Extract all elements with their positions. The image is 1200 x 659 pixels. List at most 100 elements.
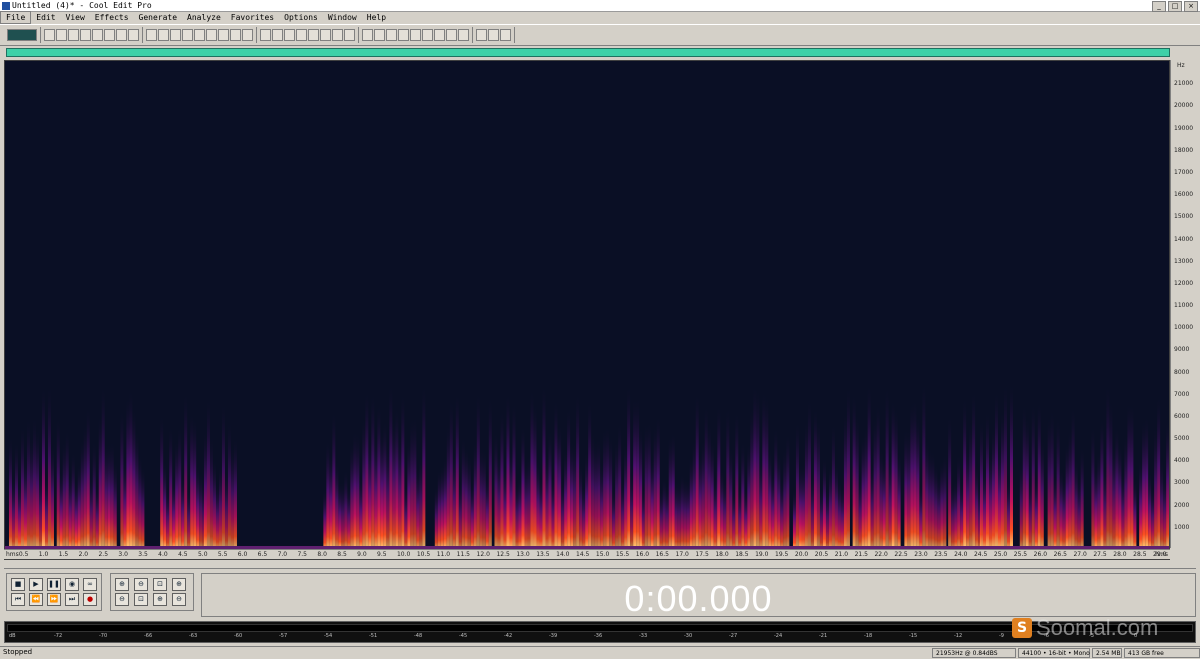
toolbar-edit-icon[interactable] — [194, 29, 205, 41]
toolbar-effects-icon[interactable] — [344, 29, 355, 41]
speech-segment — [1091, 383, 1137, 550]
toolbar-zoom-view-icon[interactable] — [434, 29, 445, 41]
toolbar-view-toggle-icon[interactable] — [7, 29, 37, 41]
toolbar-effects-icon[interactable] — [284, 29, 295, 41]
zoom-in-button[interactable]: ⊕ — [115, 578, 129, 591]
toolbar-file-icon[interactable] — [68, 29, 79, 41]
db-scale-label: -24 — [774, 633, 783, 639]
toolbar-zoom-view-icon[interactable] — [386, 29, 397, 41]
time-tick-label: 26.0 — [1033, 551, 1048, 558]
time-tick-label: 8.5 — [337, 551, 347, 558]
menu-effects[interactable]: Effects — [90, 12, 134, 23]
menu-favorites[interactable]: Favorites — [226, 12, 279, 23]
toolbar-zoom-view-icon[interactable] — [410, 29, 421, 41]
time-ruler: hms hms 0.5 1.0 1.5 2.0 2.5 3.0 3.5 4.0 4.5 5.0 5.… — [4, 549, 1170, 559]
spectrogram-view[interactable] — [4, 60, 1170, 560]
menu-analyze[interactable]: Analyze — [182, 12, 226, 23]
toolbar-file-icon[interactable] — [116, 29, 127, 41]
play-to-end-button[interactable]: ◉ — [65, 578, 79, 591]
speech-segment — [323, 382, 426, 550]
zoom-in-vertical-button[interactable]: ⊕ — [172, 578, 186, 591]
toolbar-edit-icon[interactable] — [182, 29, 193, 41]
time-tick-label: 3.0 — [118, 551, 128, 558]
frequency-scale: Hz 21000 20000 19000 18000 17000 16000 15000 14… — [1170, 60, 1196, 548]
time-tick-label: 2.5 — [98, 551, 109, 558]
stop-button[interactable]: ■ — [11, 578, 25, 591]
menu-generate[interactable]: Generate — [134, 12, 183, 23]
time-tick-label: 1.0 — [38, 551, 49, 558]
toolbar-effects-icon[interactable] — [296, 29, 307, 41]
watermark-text: Soomal.com — [1036, 615, 1159, 640]
toolbar-file-icon[interactable] — [104, 29, 115, 41]
toolbar-effects-icon[interactable] — [272, 29, 283, 41]
toolbar-edit-icon[interactable] — [218, 29, 229, 41]
rewind-button[interactable]: ⏪ — [29, 593, 43, 606]
toolbar-file-icon[interactable] — [80, 29, 91, 41]
frequency-tick-label: 3000 — [1174, 479, 1190, 487]
toolbar-file-icon[interactable] — [44, 29, 55, 41]
toolbar-edit-icon[interactable] — [242, 29, 253, 41]
zoom-out-button[interactable]: ⊖ — [134, 578, 148, 591]
main-toolbar — [0, 24, 1200, 46]
menu-file[interactable]: File — [0, 11, 32, 24]
toolbar-zoom-view-icon[interactable] — [362, 29, 373, 41]
time-tick-label: 21.5 — [854, 551, 868, 558]
menu-edit[interactable]: Edit — [31, 12, 60, 23]
frequency-tick-label: 19000 — [1174, 124, 1194, 132]
zoom-left-button[interactable]: ⊖ — [115, 593, 129, 606]
toolbar-help-icon[interactable] — [500, 29, 511, 41]
status-frequency: 21953Hz @ 0.84dBS — [932, 648, 1016, 658]
menu-view[interactable]: View — [61, 12, 90, 23]
play-button[interactable]: ▶ — [29, 578, 43, 591]
toolbar-zoom-view-icon[interactable] — [398, 29, 409, 41]
toolbar-file-icon[interactable] — [92, 29, 103, 41]
toolbar-effects-icon[interactable] — [320, 29, 331, 41]
toolbar-edit-icon[interactable] — [158, 29, 169, 41]
maximize-button[interactable]: □ — [1168, 1, 1182, 12]
toolbar-zoom-view-icon[interactable] — [374, 29, 385, 41]
toolbar-group-effects — [257, 27, 359, 43]
toolbar-file-icon[interactable] — [56, 29, 67, 41]
db-scale-label: -30 — [684, 633, 693, 639]
time-tick-label: 7.0 — [277, 551, 288, 558]
speech-segment — [160, 391, 206, 550]
toolbar-edit-icon[interactable] — [230, 29, 241, 41]
zoom-selection-button[interactable]: ⊖ — [172, 593, 186, 606]
menu-options[interactable]: Options — [279, 12, 323, 23]
time-tick-label: 5.5 — [217, 551, 228, 558]
toolbar-effects-icon[interactable] — [332, 29, 343, 41]
toolbar-zoom-view-icon[interactable] — [458, 29, 469, 41]
record-button[interactable]: ● — [83, 593, 97, 606]
time-tick-label: 12.0 — [476, 551, 490, 558]
zoom-out-vertical-button[interactable]: ⊕ — [153, 593, 167, 606]
toolbar-zoom-view-icon[interactable] — [422, 29, 433, 41]
zoom-full-button[interactable]: ⊡ — [153, 578, 167, 591]
toolbar-effects-icon[interactable] — [308, 29, 319, 41]
status-size: 2.54 MB — [1092, 648, 1122, 658]
toolbar-help-icon[interactable] — [488, 29, 499, 41]
time-tick-label: 9.5 — [377, 551, 387, 558]
spectrogram-canvas[interactable] — [5, 61, 1170, 550]
time-tick-label: 18.5 — [735, 551, 749, 558]
go-to-start-button[interactable]: ⏮ — [11, 593, 25, 606]
menu-window[interactable]: Window — [323, 12, 362, 23]
toolbar-edit-icon[interactable] — [206, 29, 217, 41]
loop-button[interactable]: ∞ — [83, 578, 97, 591]
toolbar-zoom-view-icon[interactable] — [446, 29, 457, 41]
minimize-button[interactable]: _ — [1152, 1, 1166, 12]
toolbar-help-icon[interactable] — [476, 29, 487, 41]
toolbar-effects-icon[interactable] — [260, 29, 271, 41]
fast-forward-button[interactable]: ⏩ — [47, 593, 61, 606]
close-button[interactable]: × — [1184, 1, 1198, 12]
waveform-overview-bar[interactable] — [6, 48, 1170, 57]
toolbar-edit-icon[interactable] — [146, 29, 157, 41]
menu-help[interactable]: Help — [362, 12, 391, 23]
speech-segment — [717, 383, 790, 550]
zoom-right-button[interactable]: ⊡ — [134, 593, 148, 606]
toolbar-file-icon[interactable] — [128, 29, 139, 41]
time-tick-label: 17.5 — [695, 551, 709, 558]
time-tick-label: 14.5 — [576, 551, 590, 558]
go-to-end-button[interactable]: ⏭ — [65, 593, 79, 606]
toolbar-edit-icon[interactable] — [170, 29, 181, 41]
pause-button[interactable]: ❚❚ — [47, 578, 61, 591]
